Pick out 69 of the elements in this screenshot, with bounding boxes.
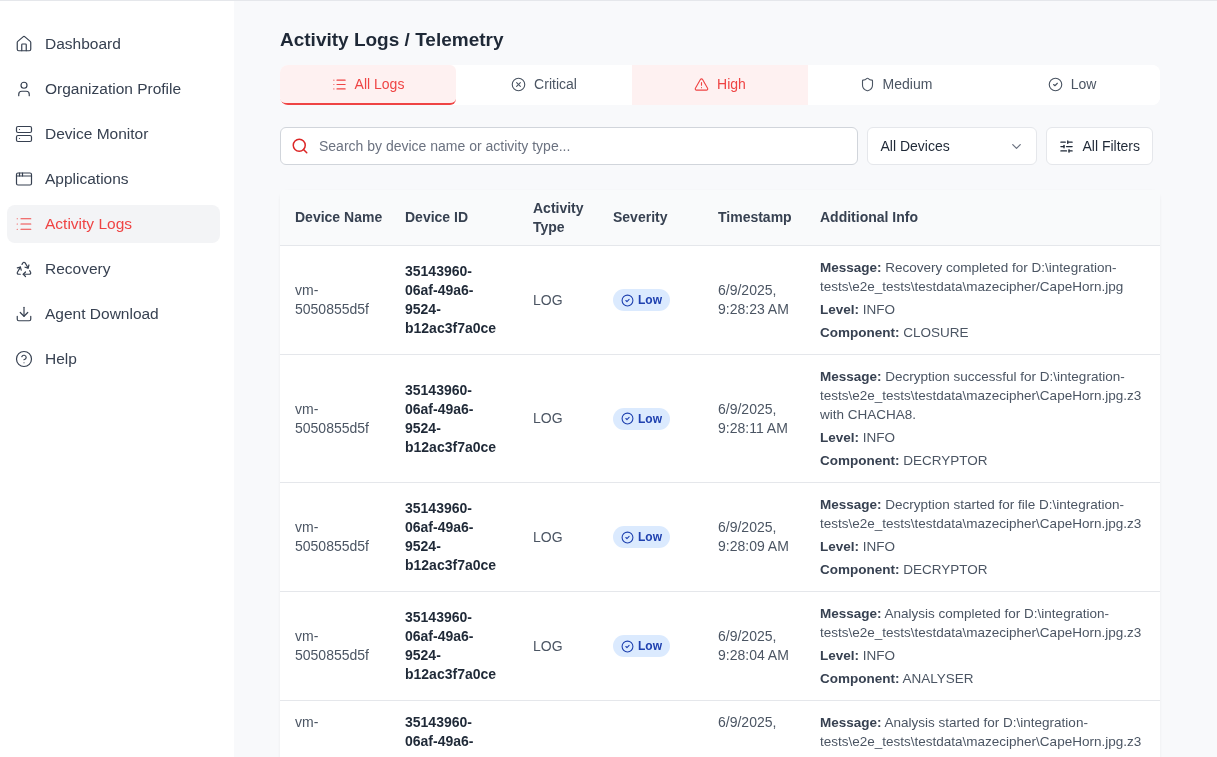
column-header: Device Name xyxy=(295,208,384,227)
severity-badge: Low xyxy=(613,635,670,657)
column-header: Additional Info xyxy=(820,208,919,227)
window-icon xyxy=(15,170,33,188)
shield-icon xyxy=(859,76,875,92)
table-cell-text: LOG xyxy=(533,290,564,310)
column-header: Device ID xyxy=(405,208,470,227)
sidebar-item[interactable]: Agent Download xyxy=(7,295,220,333)
info-line: Level: INFO xyxy=(820,647,897,665)
sliders-icon xyxy=(1059,138,1075,154)
table-cell-text: vm-5050855d5f xyxy=(295,281,370,319)
check-circle-icon xyxy=(1047,76,1063,92)
info-line: Level: INFO xyxy=(820,429,897,447)
info-line: Message: Analysis started for D:\integration-tests\e2e_tests\testdata\mazecipher\CapeHorn.jpg.z3 xyxy=(820,714,1143,751)
download-icon xyxy=(15,305,33,323)
user-icon xyxy=(15,80,33,98)
column-header: Activity Type xyxy=(533,198,585,237)
table-cell-text: vm-5050855d5f xyxy=(295,518,370,556)
info-line: Message: Decryption started for file D:\integration-tests\e2e_tests\testdata\mazecipher\CapeHorn.jpg.z3 xyxy=(820,496,1143,533)
table-cell-text: 6/9/2025, xyxy=(718,713,778,732)
table-cell-text: vm- xyxy=(295,713,320,732)
list-icon xyxy=(15,215,33,233)
table-cell-text: 35143960-06af-49a6-9524-b12ac3f7a0ce xyxy=(405,262,498,338)
sidebar-item[interactable]: Dashboard xyxy=(7,25,220,63)
recycle-icon xyxy=(15,260,33,278)
filter-tab[interactable]: All Logs xyxy=(280,65,456,105)
sidebar-item[interactable]: Recovery xyxy=(7,250,220,288)
table-cell-text: vm-5050855d5f xyxy=(295,627,370,665)
column-header: Severity xyxy=(613,208,669,227)
home-icon xyxy=(15,35,33,53)
table-cell-text: 6/9/2025, 9:28:11 AM xyxy=(718,399,789,438)
info-line: Component: ANALYSER xyxy=(820,670,975,688)
sidebar-item[interactable]: Help xyxy=(7,340,220,378)
x-circle-icon xyxy=(511,76,527,92)
table-cell-text: vm-5050855d5f xyxy=(295,399,370,438)
filters-button[interactable]: All Filters xyxy=(1046,127,1153,165)
warning-icon xyxy=(694,76,710,92)
table-cell-text: LOG xyxy=(533,636,564,656)
table-cell-text: 35143960-06af-49a6-9524-b12ac3f7a0ce xyxy=(405,380,498,457)
info-line: Message: Decryption successful for D:\integration-tests\e2e_tests\testdata\mazecipher\CapeHorn.jpg.z3 with CHACHA8. xyxy=(820,368,1143,424)
table-cell-text: 35143960-06af-49a6-9524-b12ac3f7a0ce xyxy=(405,608,498,684)
sidebar-item[interactable]: Organization Profile xyxy=(7,70,220,108)
severity-badge: Low xyxy=(613,526,670,548)
table-cell-text: 6/9/2025, 9:28:09 AM xyxy=(718,518,790,556)
info-line: Level: INFO xyxy=(820,301,897,319)
page-title: Activity Logs / Telemetry xyxy=(280,29,505,51)
table-cell-text: 6/9/2025, 9:28:23 AM xyxy=(718,281,790,319)
table-cell-text: 6/9/2025, 9:28:04 AM xyxy=(718,627,790,665)
sidebar-item[interactable]: Applications xyxy=(7,160,220,198)
search-icon xyxy=(291,137,309,155)
info-line: Level: INFO xyxy=(820,538,897,556)
help-icon xyxy=(15,350,33,368)
list-icon xyxy=(331,76,347,92)
severity-badge: Low xyxy=(613,289,670,311)
table-cell-text: 35143960-06af-49a6- xyxy=(405,713,475,751)
severity-badge: Low xyxy=(613,407,670,430)
info-line: Message: Recovery completed for D:\integration-tests\e2e_tests\testdata\mazecipher/CapeHorn.jpg xyxy=(820,259,1125,296)
info-line: Component: CLOSURE xyxy=(820,324,970,342)
search-field[interactable]: Search by device name or activity type... xyxy=(280,127,859,165)
column-header: Timestamp xyxy=(718,208,793,227)
server-icon xyxy=(15,125,33,143)
sidebar-item[interactable]: Device Monitor xyxy=(7,115,220,153)
device-select[interactable]: All Devices xyxy=(867,127,1038,165)
table-cell-text: LOG xyxy=(533,409,564,428)
info-line: Message: Analysis completed for D:\integration-tests\e2e_tests\testdata\mazecipher\CapeHorn.jpg.z3 xyxy=(820,605,1143,642)
info-line: Component: DECRYPTOR xyxy=(820,452,989,470)
table-cell-text: 35143960-06af-49a6-9524-b12ac3f7a0ce xyxy=(405,499,498,575)
table-cell-text: LOG xyxy=(533,527,564,547)
info-line: Component: DECRYPTOR xyxy=(820,561,989,579)
